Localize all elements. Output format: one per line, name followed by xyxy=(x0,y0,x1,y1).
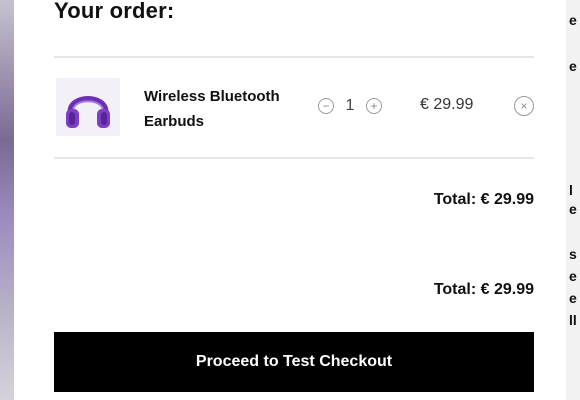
decrease-quantity-button[interactable]: − xyxy=(318,98,334,114)
background-text-fragment: l xyxy=(569,182,573,198)
close-icon: × xyxy=(520,99,528,113)
item-price: € 29.99 xyxy=(420,96,474,113)
product-name-line: Earbuds xyxy=(144,113,205,130)
headphones-icon xyxy=(66,96,110,128)
background-text-fragment: e xyxy=(569,12,577,28)
background-text-fragment: e xyxy=(569,290,577,306)
quantity-value: 1 xyxy=(345,97,355,114)
increase-quantity-button[interactable]: + xyxy=(366,98,382,114)
quantity-stepper: − 1 + xyxy=(318,96,382,116)
product-name-line: Wireless Bluetooth xyxy=(144,88,280,105)
divider xyxy=(54,56,534,58)
checkout-button[interactable]: Proceed to Test Checkout xyxy=(54,332,534,392)
total-line: Total: € 29.99 xyxy=(433,281,534,298)
plus-icon: + xyxy=(370,99,378,113)
remove-item-button[interactable]: × xyxy=(514,96,534,116)
background-text-fragment: ll xyxy=(569,312,577,328)
divider xyxy=(54,157,534,159)
order-title: Your order: xyxy=(54,0,175,23)
background-text-fragment: e xyxy=(569,201,577,217)
cart-item: Wireless Bluetooth Earbuds − 1 + € 29.99… xyxy=(54,76,534,138)
product-name[interactable]: Wireless Bluetooth Earbuds xyxy=(144,84,294,134)
background-right-edge: e e l e s e e ll xyxy=(566,0,580,400)
order-modal: Your order: Wireless Bluetooth Earbuds −… xyxy=(14,0,566,400)
background-text-fragment: s xyxy=(569,246,577,262)
background-text-fragment: e xyxy=(569,268,577,284)
background-text-fragment: e xyxy=(569,58,577,74)
background-left-edge xyxy=(0,0,14,400)
subtotal-line: Total: € 29.99 xyxy=(433,191,534,208)
minus-icon: − xyxy=(322,99,330,113)
product-thumbnail[interactable] xyxy=(56,78,120,136)
